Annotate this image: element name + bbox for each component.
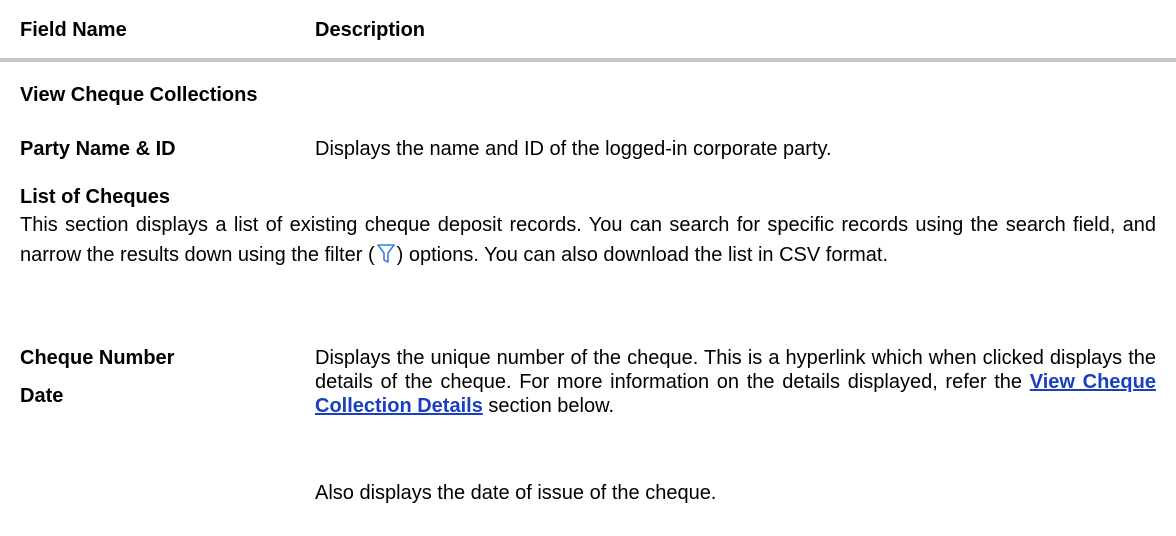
cheque-description: Displays the unique number of the cheque… xyxy=(315,346,1156,418)
cheque-number-label: Cheque Number xyxy=(20,347,175,369)
list-paragraph: This section displays a list of existing… xyxy=(20,210,1156,273)
date-description: Also displays the date of issue of the c… xyxy=(315,482,717,504)
list-title: List of Cheques xyxy=(20,186,171,208)
header-field-name: Field Name xyxy=(20,19,127,41)
header-description: Description xyxy=(315,19,426,41)
party-description: Displays the name and ID of the logged-i… xyxy=(315,138,832,160)
table-header: Field Name Description xyxy=(0,0,1176,62)
funnel-filter-icon xyxy=(376,243,395,273)
list-para-text-2: ) options. You can also download the lis… xyxy=(396,244,889,266)
section-title: View Cheque Collections xyxy=(20,84,258,106)
party-label: Party Name & ID xyxy=(20,138,176,160)
date-label: Date xyxy=(20,385,64,407)
cheque-desc-text-2: section below. xyxy=(482,395,615,417)
